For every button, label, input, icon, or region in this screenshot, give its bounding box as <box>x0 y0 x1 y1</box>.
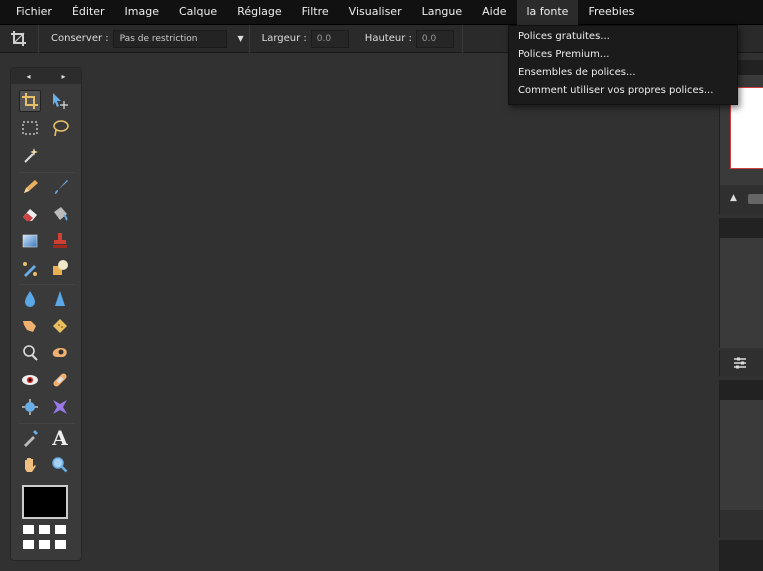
zoom-bar: ▲ <box>719 185 763 215</box>
keep-label: Conserver : <box>51 33 109 44</box>
chevron-down-icon[interactable]: ▼ <box>238 31 244 47</box>
app-window: Fichier Éditer Image Calque Réglage Filt… <box>0 0 763 571</box>
menu-filtre[interactable]: Filtre <box>292 0 339 25</box>
menu-aide[interactable]: Aide <box>472 0 516 25</box>
menu-langue[interactable]: Langue <box>412 0 473 25</box>
history-header <box>719 380 763 400</box>
blur-icon[interactable] <box>19 288 41 310</box>
menu-item-free-fonts[interactable]: Polices gratuites... <box>509 29 737 47</box>
menu-item-premium-fonts[interactable]: Polices Premium... <box>509 47 737 65</box>
foreground-color-swatch[interactable] <box>22 485 68 519</box>
move-icon[interactable] <box>49 90 71 112</box>
menu-fichier[interactable]: Fichier <box>6 0 62 25</box>
brush-icon[interactable] <box>49 176 71 198</box>
menu-editer[interactable]: Éditer <box>62 0 115 25</box>
separator <box>461 24 463 53</box>
layers-header <box>719 218 763 238</box>
grid-toggle-icon[interactable] <box>23 540 34 549</box>
menu-item-own-fonts[interactable]: Comment utiliser vos propres polices... <box>509 83 737 101</box>
paint-bucket-icon[interactable] <box>49 203 71 225</box>
toolbox-header: ◂ ▸ <box>11 68 81 84</box>
grid-toggle-icon[interactable] <box>55 540 66 549</box>
menu-bar: Fichier Éditer Image Calque Réglage Filt… <box>0 0 763 25</box>
layer-settings-icon[interactable] <box>734 357 746 369</box>
spot-heal-icon[interactable] <box>49 369 71 391</box>
menu-item-font-sets[interactable]: Ensembles de polices... <box>509 65 737 83</box>
width-input[interactable]: 0.0 <box>310 29 349 48</box>
type-icon[interactable]: A <box>49 427 71 449</box>
menu-calque[interactable]: Calque <box>169 0 227 25</box>
menu-reglage[interactable]: Réglage <box>227 0 291 25</box>
toolbox-panel: ◂ ▸ A <box>10 67 82 561</box>
zoom-slider[interactable] <box>748 194 763 204</box>
arrow-left-icon[interactable]: ◂ <box>26 72 30 81</box>
width-label: Largeur : <box>261 33 307 44</box>
constraint-select-value: Pas de restriction <box>119 33 198 44</box>
mountain-icon: ▲ <box>730 193 737 203</box>
menu-la-fonte[interactable]: la fonte <box>516 0 579 25</box>
smudge-icon[interactable] <box>19 315 41 337</box>
separator <box>19 284 75 285</box>
grid-toggle-icon[interactable] <box>39 540 50 549</box>
grid-toggle-icon[interactable] <box>23 525 34 534</box>
type-glyph: A <box>52 426 68 450</box>
layers-toolbar <box>719 350 763 376</box>
history-toolbar <box>719 510 763 538</box>
history-panel <box>719 400 763 510</box>
gradient-icon[interactable] <box>19 230 41 252</box>
burn-icon[interactable] <box>49 342 71 364</box>
separator <box>248 24 250 53</box>
height-input[interactable]: 0.0 <box>415 29 454 48</box>
separator <box>38 24 39 53</box>
red-eye-icon[interactable] <box>19 369 41 391</box>
crop-icon <box>0 25 38 53</box>
dodge-icon[interactable] <box>19 342 41 364</box>
height-label: Hauteur : <box>364 33 412 44</box>
panel-footer <box>719 540 763 571</box>
color-picker-icon[interactable] <box>19 427 41 449</box>
grid-toggle-icon[interactable] <box>55 525 66 534</box>
clone-stamp-icon[interactable] <box>49 230 71 252</box>
marquee-icon[interactable] <box>19 117 41 139</box>
menu-freebies[interactable]: Freebies <box>578 0 644 25</box>
zoom-icon[interactable] <box>49 454 71 476</box>
pinch-icon[interactable] <box>49 396 71 418</box>
menu-visualiser[interactable]: Visualiser <box>339 0 412 25</box>
sponge-icon[interactable] <box>49 315 71 337</box>
separator <box>19 423 75 424</box>
pencil-icon[interactable] <box>19 176 41 198</box>
font-dropdown-menu: Polices gratuites... Polices Premium... … <box>508 25 738 105</box>
grid-toggle-icon[interactable] <box>39 525 50 534</box>
hand-icon[interactable] <box>19 454 41 476</box>
menu-image[interactable]: Image <box>115 0 169 25</box>
lasso-icon[interactable] <box>49 117 71 139</box>
color-replace-icon[interactable] <box>19 257 41 279</box>
crop-tool-icon[interactable] <box>19 90 41 112</box>
drawing-shapes-icon[interactable] <box>49 257 71 279</box>
sharpen-icon[interactable] <box>49 288 71 310</box>
magic-wand-icon[interactable] <box>19 144 41 166</box>
constraint-select[interactable]: Pas de restriction ▼ <box>112 29 244 48</box>
separator <box>19 172 75 173</box>
bloat-icon[interactable] <box>19 396 41 418</box>
arrow-right-icon[interactable]: ▸ <box>61 72 65 81</box>
eraser-icon[interactable] <box>19 203 41 225</box>
layers-panel <box>719 238 763 348</box>
